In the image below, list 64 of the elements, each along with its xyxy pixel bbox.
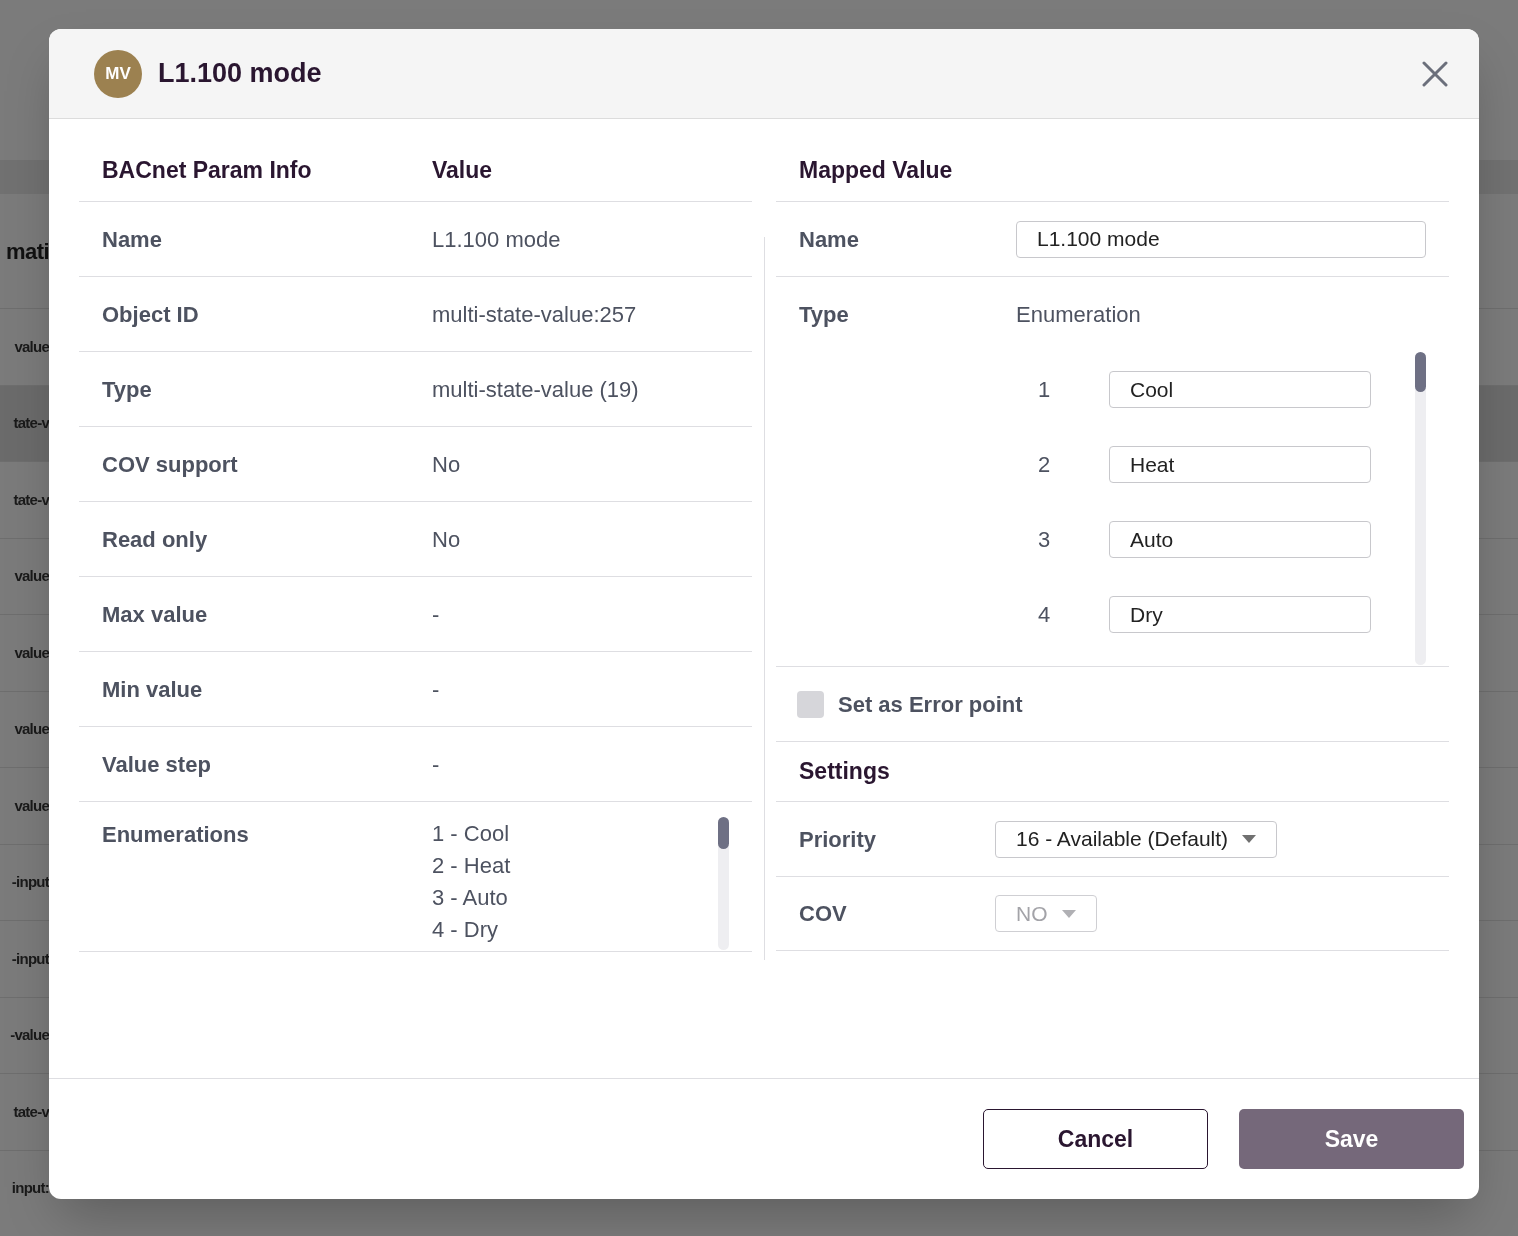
field-value: Enumeration (1016, 301, 1141, 329)
checkbox[interactable] (797, 690, 824, 718)
row-label: Object ID (102, 300, 200, 329)
table-cell-text: -input (11, 872, 49, 892)
enumeration-number: 4 (1037, 601, 1051, 629)
enumeration-item: 4 - Dry (432, 916, 499, 944)
row-value: L1.100 mode (432, 225, 561, 254)
table-cell-text: value (14, 566, 49, 586)
enumeration-number: 2 (1037, 451, 1051, 479)
field-label: Name (799, 225, 860, 254)
row-value: No (432, 450, 461, 479)
row-value: - (432, 600, 440, 629)
row-label: Type (102, 375, 153, 404)
avatar: MV (94, 49, 142, 98)
row-value: No (432, 525, 461, 554)
dialog-title: L1.100 mode (158, 57, 322, 91)
save-button[interactable]: Save (1239, 1109, 1464, 1169)
row-label: Enumerations (102, 821, 250, 849)
field-label: Type (799, 301, 850, 329)
column-header: BACnet Param Info (102, 155, 313, 185)
cancel-button[interactable]: Cancel (983, 1109, 1208, 1169)
page-heading: mati (5, 237, 49, 266)
caret-icon (1061, 909, 1076, 918)
table-cell-text: tate-v (13, 489, 49, 510)
row-value: - (432, 750, 440, 779)
enumeration-field[interactable]: Heat (1109, 446, 1371, 483)
row-label: Max value (102, 600, 209, 629)
table-cell-text: value (14, 642, 49, 663)
row-label: Min value (102, 675, 204, 704)
caret-icon (1242, 835, 1257, 843)
table-cell-text: input: (11, 1178, 49, 1198)
row-value: multi-state-value (19) (432, 375, 639, 404)
column-header: Value (432, 155, 493, 185)
section-heading: Mapped Value (799, 155, 953, 185)
enumeration-item: 3 - Auto (432, 884, 509, 912)
row-label: Read only (102, 525, 209, 554)
checkbox-label: Set as Error point (838, 690, 1023, 719)
row-label: Name (102, 225, 163, 254)
scrollbar[interactable] (718, 817, 729, 950)
table-cell-text: -value (10, 1025, 49, 1045)
enumeration-field[interactable]: Cool (1109, 371, 1371, 408)
table-cell-text: tate-v (13, 1101, 49, 1122)
enumeration-item: 1 - Cool (432, 820, 511, 848)
close-icon[interactable] (1421, 59, 1449, 88)
table-cell-text: value (14, 336, 49, 357)
priority-dropdown[interactable]: 16 - Available (Default) (995, 820, 1278, 858)
enumeration-number: 3 (1037, 526, 1051, 554)
row-value: multi-state-value:257 (432, 300, 637, 329)
field-label: Priority (799, 825, 878, 854)
row-label: Value step (102, 750, 212, 779)
row-label: COV support (102, 450, 239, 479)
row-value: - (432, 675, 440, 704)
table-cell-text: value (14, 795, 49, 816)
scrollbar[interactable] (1415, 352, 1426, 665)
enumeration-field[interactable]: Auto (1109, 521, 1371, 558)
enumeration-number: 1 (1037, 376, 1051, 404)
enumeration-field[interactable]: Dry (1109, 596, 1371, 633)
enumeration-item: 2 - Heat (432, 852, 511, 880)
name-field[interactable]: L1.100 mode (1016, 220, 1426, 258)
field-label: COV (799, 900, 848, 928)
table-cell-text: tate-v (13, 413, 49, 433)
table-cell-text: -input (11, 948, 49, 969)
table-cell-text: value (14, 719, 49, 739)
section-heading: Settings (799, 757, 890, 787)
